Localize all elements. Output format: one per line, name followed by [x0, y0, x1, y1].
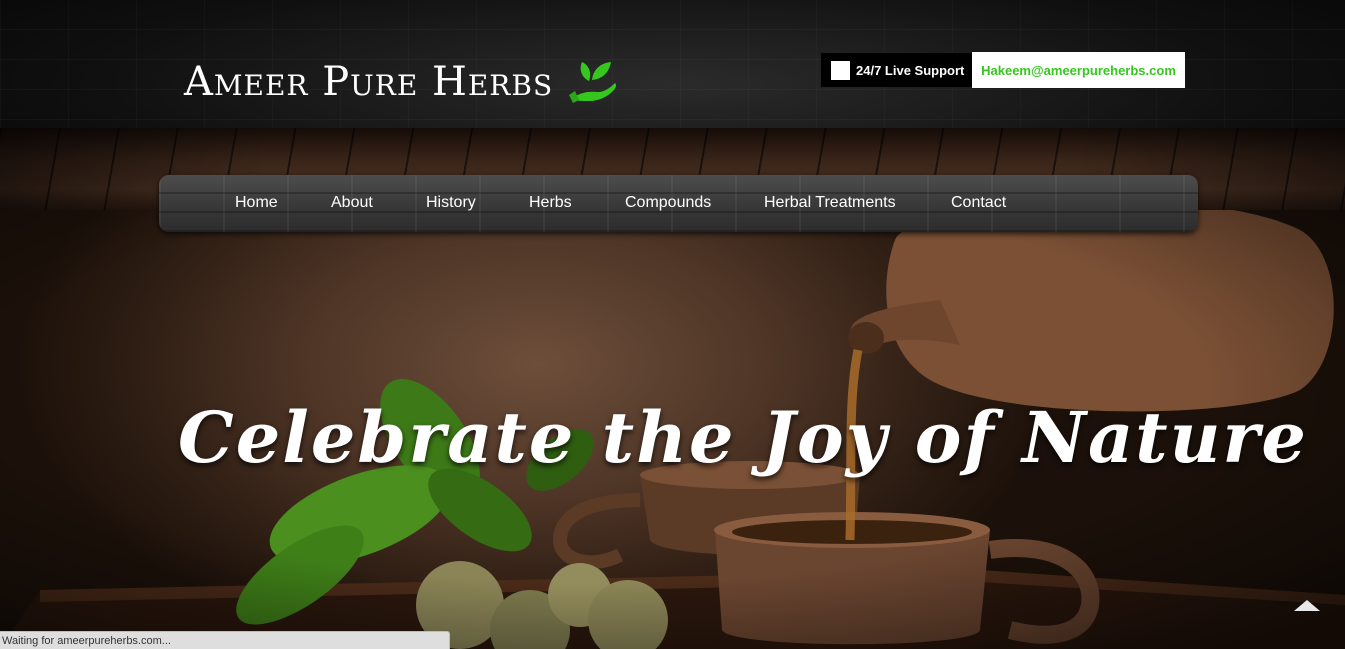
email-link[interactable]: Hakeem@ameerpureherbs.com: [972, 52, 1185, 88]
triangle-up-icon[interactable]: [1294, 600, 1320, 611]
hero-banner: Celebrate the Joy of Nature: [0, 210, 1345, 649]
live-support-badge: 24/7 Live Support: [821, 53, 975, 87]
nav-item-compounds[interactable]: Compounds: [625, 194, 711, 212]
leaf-hand-icon: [569, 62, 617, 103]
logo-text: Ameer Pure Herbs: [184, 59, 554, 105]
support-checkbox-icon: [831, 60, 850, 80]
support-label: 24/7 Live Support: [856, 62, 965, 78]
nav-item-herbs[interactable]: Herbs: [529, 194, 572, 212]
site-logo[interactable]: Ameer Pure Herbs: [184, 58, 621, 106]
nav-item-herbal-treatments[interactable]: Herbal Treatments: [764, 194, 896, 212]
nav-item-contact[interactable]: Contact: [951, 194, 1006, 212]
browser-status-bar: Waiting for ameerpureherbs.com...: [0, 631, 450, 649]
nav-item-home[interactable]: Home: [235, 194, 278, 212]
hero-title: Celebrate the Joy of Nature: [178, 396, 1308, 479]
nav-item-about[interactable]: About: [331, 194, 373, 212]
main-navigation: Home About History Herbs Compounds Herba…: [159, 175, 1198, 232]
nav-item-history[interactable]: History: [426, 194, 476, 212]
